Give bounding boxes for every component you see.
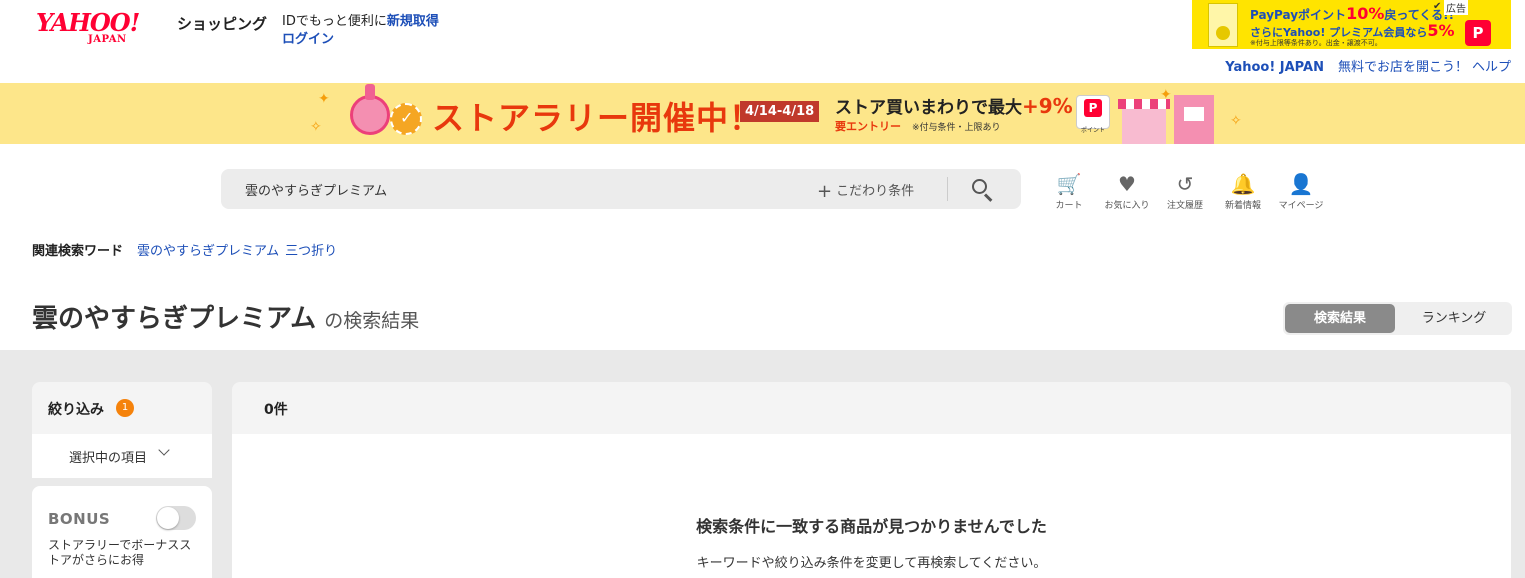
results-panel: 検索条件に一致する商品が見つかりませんでした キーワードや絞り込み条件を変更して…: [232, 434, 1511, 578]
selected-filters-label: 選択中の項目: [69, 451, 148, 466]
ad-label[interactable]: 広告: [1444, 0, 1468, 15]
sparkle-icon: ✧: [310, 119, 322, 135]
nav-notifications[interactable]: 🔔 新着情報: [1214, 170, 1272, 211]
campaign-bonus: +9%: [1022, 94, 1073, 118]
stamp-icon: [350, 84, 390, 135]
nav-favorites[interactable]: ♥ お気に入り: [1098, 170, 1156, 211]
ad-line2-big: 5%: [1427, 21, 1455, 40]
yahoo-japan-logo[interactable]: YAHOO! JAPAN: [36, 8, 176, 48]
result-count-header: 0件: [232, 382, 1511, 434]
nav-cart-label: カート: [1055, 201, 1083, 211]
ad-choices-icon[interactable]: ✔: [1433, 1, 1441, 12]
related-word-link[interactable]: 雲のやすらぎプレミアム: [137, 244, 279, 259]
search-icon-handle: [983, 193, 993, 202]
search-icon: [972, 179, 987, 194]
advanced-search-label: こだわり条件: [836, 184, 915, 199]
nav-mypage[interactable]: 👤 マイページ: [1272, 170, 1330, 211]
user-nav: 🛒 カート ♥ お気に入り ↺ 注文履歴 🔔 新着情報 👤 マイページ: [1040, 170, 1330, 211]
person-icon: 👤: [1288, 172, 1314, 196]
no-results-message: キーワードや絞り込み条件を変更して再検索してください。: [696, 556, 1047, 571]
search-row: +こだわり条件 🛒 カート ♥ お気に入り ↺ 注文履歴 🔔 新着情報 👤 マイ…: [0, 144, 1525, 236]
ad-note: ※付与上限等条件あり。出金・譲渡不可。: [1250, 39, 1382, 47]
sparkle-icon: ✦: [318, 91, 330, 107]
nav-order-history[interactable]: ↺ 注文履歴: [1156, 170, 1214, 211]
campaign-subtitle-text: ストア買いまわりで最大: [835, 98, 1022, 118]
bell-icon: 🔔: [1230, 172, 1256, 196]
plus-icon: +: [817, 181, 833, 202]
open-store-link[interactable]: 無料でお店を開こう！: [1338, 60, 1468, 75]
storefront-icon: [1118, 99, 1170, 144]
divider: [947, 177, 948, 201]
service-name[interactable]: ショッピング: [177, 13, 267, 34]
page-title: 雲のやすらぎプレミアム の検索結果: [32, 298, 419, 335]
history-icon: ↺: [1176, 172, 1194, 196]
help-link[interactable]: ヘルプ: [1472, 60, 1511, 75]
result-view-toggle: 検索結果 ランキング: [1283, 302, 1512, 335]
campaign-note: ※付与条件・上限あり: [912, 123, 1001, 133]
signup-link[interactable]: 新規取得: [387, 14, 439, 29]
logo-brand: YAHOO!: [36, 8, 140, 37]
bonus-description: ストアラリーでボーナスストアがさらにお得: [48, 538, 192, 567]
campaign-title: ストアラリー開催中！: [432, 99, 763, 137]
paypay-glyph: P: [1084, 99, 1102, 117]
cart-icon: 🛒: [1056, 172, 1082, 196]
campaign-content: ✦ ✧ ストアラリー開催中！ 4/14-4/18 ストア買いまわりで最大+9% …: [300, 83, 1260, 144]
nav-mypage-label: マイページ: [1278, 201, 1324, 211]
toggle-knob: [157, 507, 179, 529]
bonus-toggle[interactable]: [156, 506, 196, 530]
filter-header: 絞り込み 1: [32, 382, 212, 434]
bonus-logo: BONUS: [48, 510, 111, 528]
yahoo-japan-link[interactable]: Yahoo! JAPAN: [1225, 60, 1324, 75]
sparkle-icon: ✦: [1160, 87, 1172, 103]
search-result-suffix: の検索結果: [324, 310, 420, 332]
search-keyword-title: 雲のやすらぎプレミアム: [32, 304, 317, 334]
heart-icon: ♥: [1118, 172, 1136, 196]
bonus-filter: BONUS ストアラリーでボーナスストアがさらにお得: [32, 486, 212, 578]
search-input[interactable]: [245, 169, 785, 209]
filter-count-badge: 1: [116, 399, 134, 417]
related-label: 関連検索ワード: [32, 244, 124, 259]
site-header: YAHOO! JAPAN ショッピング IDでもっと便利に新規取得 ログイン P…: [0, 0, 1525, 83]
chevron-down-icon: [158, 444, 170, 456]
no-results-title: 検索条件に一致する商品が見つかりませんでした: [696, 517, 1047, 536]
header-links: Yahoo! JAPAN 無料でお店を開こう！ ヘルプ: [1225, 56, 1511, 75]
id-prompt-text: IDでもっと便利に: [282, 14, 387, 29]
nav-favorites-label: お気に入り: [1104, 201, 1150, 211]
tab-search-results[interactable]: 検索結果: [1285, 304, 1395, 333]
storefront-icon: [1174, 95, 1214, 144]
campaign-banner[interactable]: ✦ ✧ ストアラリー開催中！ 4/14-4/18 ストア買いまわりで最大+9% …: [0, 83, 1525, 144]
campaign-subtitle: ストア買いまわりで最大+9%: [835, 93, 1073, 118]
paypay-icon: P: [1465, 20, 1491, 46]
seal-icon: [390, 103, 422, 135]
campaign-dates: 4/14-4/18: [740, 101, 820, 122]
search-box: +こだわり条件: [221, 169, 1021, 209]
filter-title: 絞り込み: [48, 402, 104, 418]
related-searches: 関連検索ワード 雲のやすらぎプレミアム 三つ折り: [32, 240, 343, 259]
login-link[interactable]: ログイン: [282, 28, 334, 47]
ad-line1-prefix: PayPayポイント: [1250, 8, 1347, 22]
nav-order-history-label: 注文履歴: [1166, 201, 1203, 211]
selected-filters-toggle[interactable]: 選択中の項目: [32, 434, 212, 478]
nav-cart[interactable]: 🛒 カート: [1040, 170, 1098, 211]
ad-product-image: [1208, 3, 1238, 47]
sparkle-icon: ✧: [1230, 113, 1242, 129]
advanced-search-button[interactable]: + こだわり条件: [817, 180, 914, 202]
search-button[interactable]: [969, 176, 995, 202]
logo-sub: JAPAN: [88, 34, 127, 45]
nav-notifications-label: 新着情報: [1224, 201, 1261, 211]
related-word-link[interactable]: 三つ折り: [285, 244, 337, 259]
tab-ranking[interactable]: ランキング: [1399, 304, 1509, 333]
paypay-point-label: ポイント: [1080, 127, 1105, 134]
id-prompt: IDでもっと便利に新規取得: [282, 10, 439, 29]
result-count: 0件: [264, 402, 288, 418]
campaign-entry-required: 要エントリー: [835, 120, 901, 133]
paypay-point-icon: P ポイント: [1076, 95, 1110, 134]
